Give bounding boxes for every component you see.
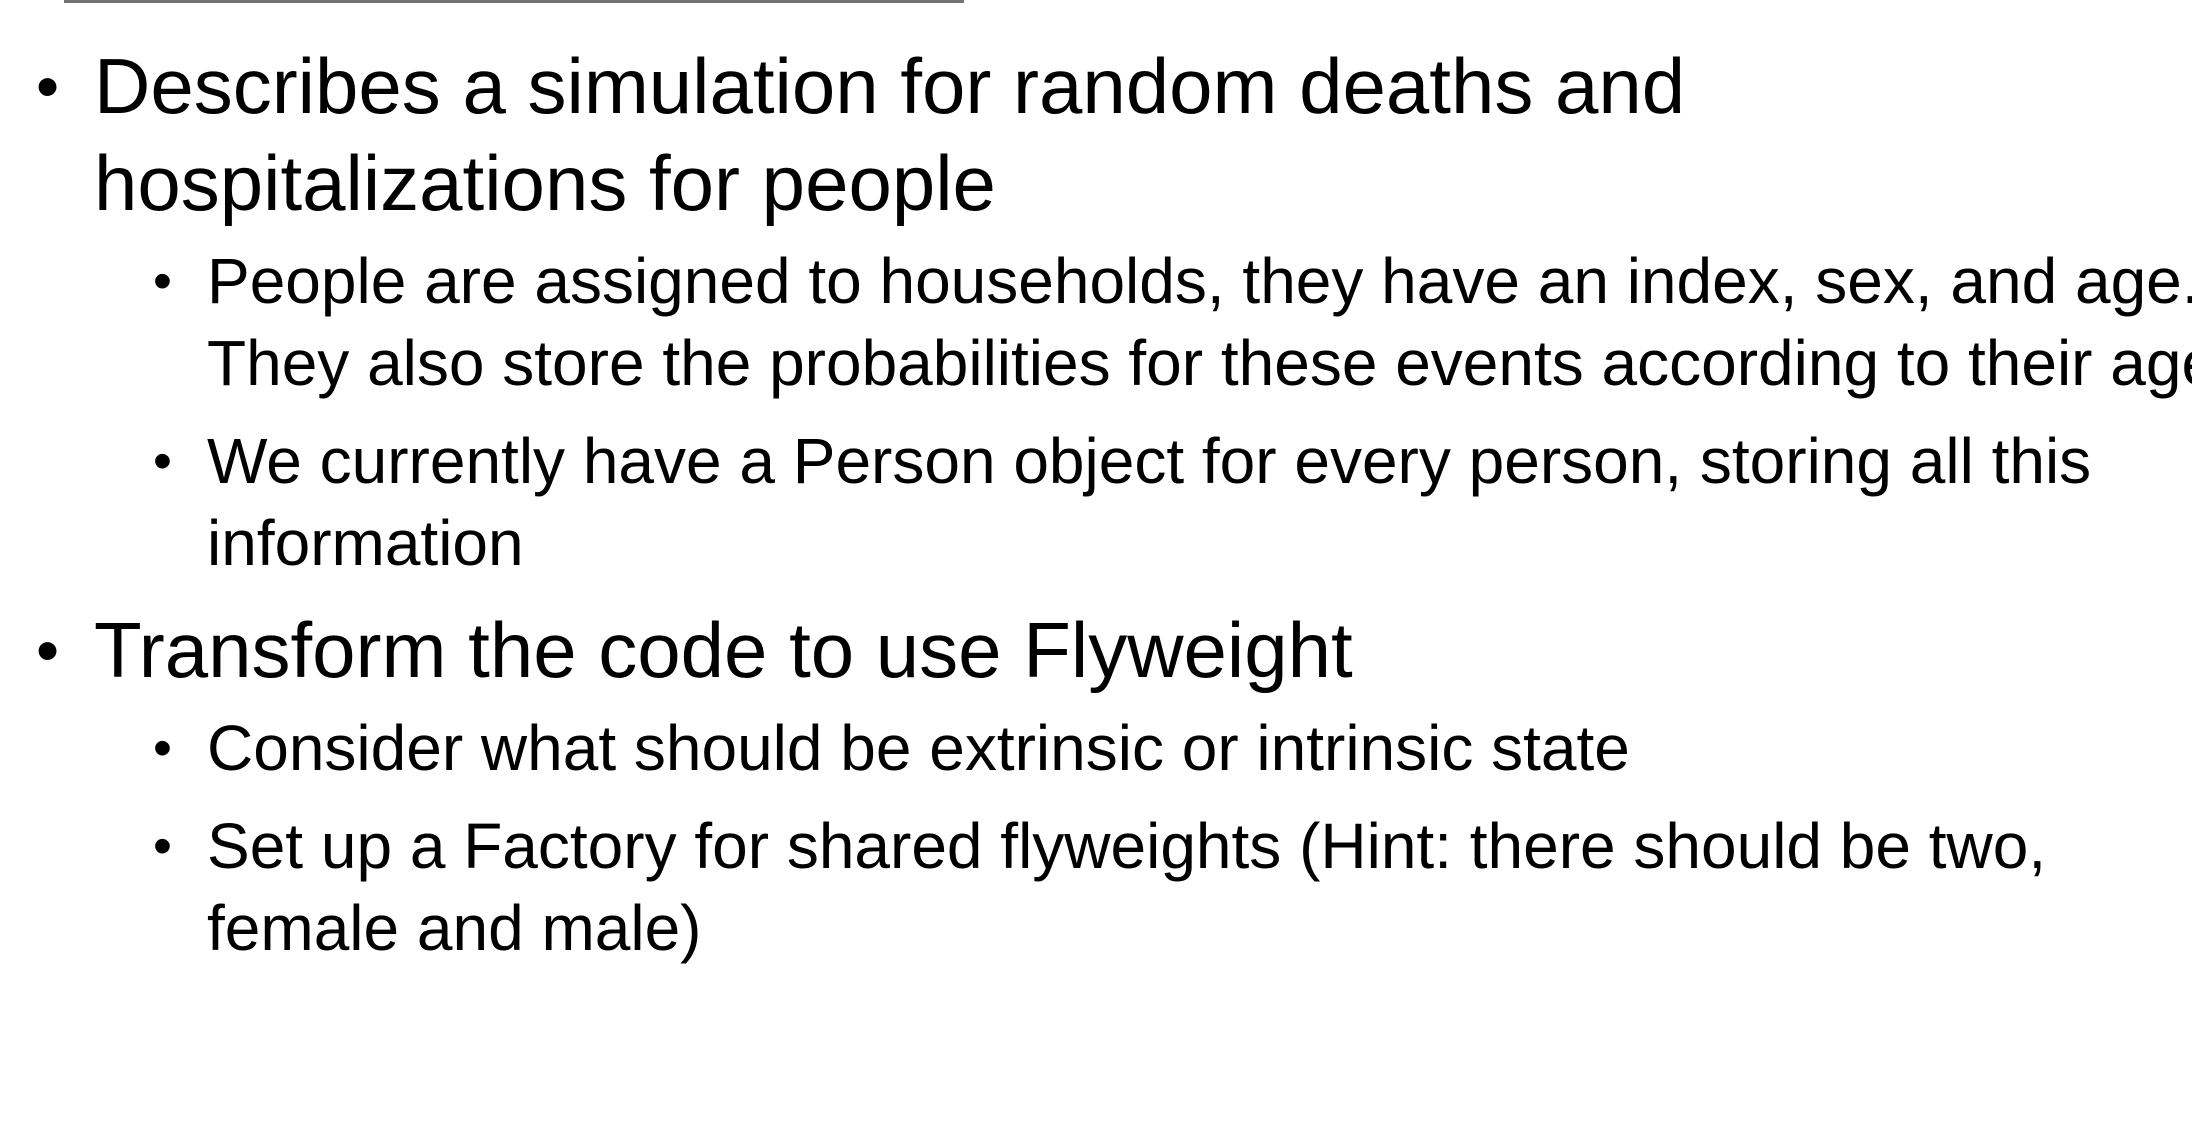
- slide: • Describes a simulation for random deat…: [0, 0, 2192, 1132]
- sub-bullet-text: We currently have a Person object for ev…: [207, 425, 2092, 579]
- cropped-heading-remnant: [64, 0, 964, 3]
- bullet-dot-icon: •: [153, 718, 172, 778]
- bullet-dot-icon: •: [153, 816, 172, 876]
- bullet-dot-icon: •: [36, 49, 60, 123]
- sub-bullet-item-households: • People are assigned to households, the…: [94, 240, 2192, 404]
- sub-bullet-text: Consider what should be extrinsic or int…: [207, 712, 1630, 784]
- bullet-item-flyweight: • Transform the code to use Flyweight • …: [0, 602, 2074, 969]
- sub-bullet-item-state: • Consider what should be extrinsic or i…: [94, 707, 2192, 789]
- sub-bullet-list: • Consider what should be extrinsic or i…: [94, 707, 2074, 969]
- bullet-list: • Describes a simulation for random deat…: [0, 38, 2192, 987]
- sub-bullet-item-factory: • Set up a Factory for shared flyweights…: [94, 805, 2192, 969]
- bullet-item-simulation: • Describes a simulation for random deat…: [0, 38, 2192, 584]
- sub-bullet-item-person-object: • We currently have a Person object for …: [94, 420, 2192, 584]
- bullet-text: Transform the code to use Flyweight: [94, 606, 1353, 694]
- sub-bullet-text: People are assigned to households, they …: [207, 245, 2192, 399]
- sub-bullet-text: Set up a Factory for shared flyweights (…: [207, 810, 2047, 964]
- sub-bullet-list: • People are assigned to households, the…: [94, 240, 2192, 584]
- bullet-dot-icon: •: [36, 613, 60, 687]
- bullet-text: Describes a simulation for random deaths…: [94, 42, 1686, 227]
- bullet-dot-icon: •: [153, 251, 172, 311]
- bullet-dot-icon: •: [153, 431, 172, 491]
